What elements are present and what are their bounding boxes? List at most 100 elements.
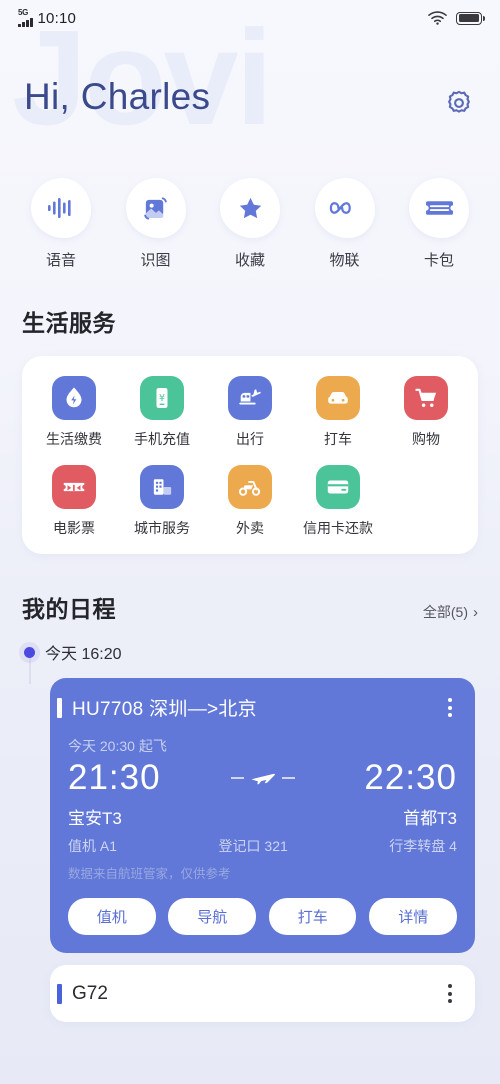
service-item-food-delivery[interactable]: 外卖 [206, 465, 294, 538]
flight-data-source-note: 数据来自航班管家，仅供参考 [68, 867, 231, 881]
shopping-cart-icon [404, 376, 448, 420]
service-label: 生活缴费 [46, 431, 102, 447]
flight-action-buttons: 值机 导航 打车 详情 [68, 898, 457, 935]
service-item-credit-card-repayment[interactable]: 信用卡还款 [294, 465, 382, 538]
service-item-utility-payment[interactable]: 生活缴费 [30, 376, 118, 449]
service-item-phone-recharge[interactable]: ¥ 手机充值 [118, 376, 206, 449]
timeline-entry: 今天 16:20 [24, 640, 500, 664]
city-building-icon [140, 465, 184, 509]
flight-details-row: 值机 A1 登记口 321 行李转盘 4 [68, 836, 457, 856]
service-item-movie-ticket[interactable]: 电影票 [30, 465, 118, 538]
service-label: 打车 [324, 431, 352, 447]
schedule-timeline: 今天 16:20 [0, 640, 500, 684]
quick-action-favorites[interactable]: 收藏 [215, 178, 285, 270]
flight-arrive-time: 22:30 [364, 758, 457, 797]
service-label: 外卖 [236, 520, 264, 536]
wifi-icon [428, 11, 447, 25]
status-bar-left: 5G 10:10 [18, 9, 76, 27]
gear-icon[interactable] [444, 88, 474, 118]
checkin-button[interactable]: 值机 [68, 898, 156, 935]
quick-action-label: 物联 [329, 252, 360, 269]
view-all-schedule-link[interactable]: 全部(5) › [423, 602, 478, 622]
flight-title: HU7708 深圳—>北京 [72, 699, 257, 720]
flight-title-group: HU7708 深圳—>北京 [57, 694, 257, 721]
train-accent-bar [57, 983, 62, 1004]
svg-text:¥: ¥ [159, 393, 165, 404]
flight-times-row: 21:30 22:30 [68, 758, 457, 798]
image-recognition-icon [125, 178, 186, 238]
service-item-shopping[interactable]: 购物 [382, 376, 470, 449]
signal-bars-icon [18, 18, 33, 27]
life-services-row-1: 生活缴费 ¥ 手机充值 出行 打车 购物 [30, 376, 470, 449]
quick-action-label: 识图 [140, 252, 171, 269]
quick-action-label: 收藏 [234, 252, 265, 269]
status-bar-clock: 10:10 [37, 10, 77, 27]
credit-card-icon [316, 465, 360, 509]
flight-accent-bar [57, 697, 62, 718]
quick-action-image-recognition[interactable]: 识图 [121, 178, 191, 270]
water-drop-bolt-icon [52, 376, 96, 420]
flight-baggage-carousel: 行李转盘 4 [389, 838, 457, 854]
battery-full-icon [456, 11, 486, 25]
signal-indicator: 5G [18, 9, 33, 27]
quick-action-iot[interactable]: 物联 [310, 178, 380, 270]
page-header: Jovi Hi, Charles [0, 10, 500, 156]
quick-actions-row: 语音 识图 收藏 物联 卡包 [0, 156, 500, 270]
quick-action-label: 语音 [45, 252, 76, 269]
network-type-label: 5G [18, 8, 29, 17]
service-label: 电影票 [53, 520, 95, 536]
life-services-card: 生活缴费 ¥ 手机充值 出行 打车 购物 电影票 城市服务 外卖 信用卡还款 [22, 356, 478, 554]
service-label: 购物 [412, 431, 440, 447]
train-plane-icon [228, 376, 272, 420]
flight-depart-terminal: 宝安T3 [68, 809, 122, 828]
schedule-header: 我的日程 全部(5) › [0, 554, 500, 624]
scooter-delivery-icon [228, 465, 272, 509]
service-item-empty-slot [382, 465, 470, 538]
life-services-section: 生活服务 生活缴费 ¥ 手机充值 出行 打车 购物 电影票 城市服务 外卖 信用… [0, 270, 500, 554]
life-services-title: 生活服务 [22, 310, 116, 336]
movie-ticket-icon [52, 465, 96, 509]
view-all-label: 全部(5) [422, 604, 468, 620]
kebab-menu-icon[interactable] [443, 981, 457, 1006]
quick-action-voice[interactable]: 语音 [26, 178, 96, 270]
voice-waveform-icon [31, 178, 91, 238]
quick-action-label: 卡包 [423, 252, 454, 269]
life-services-row-2: 电影票 城市服务 外卖 信用卡还款 [30, 465, 470, 538]
chevron-right-icon: › [473, 603, 478, 621]
service-label: 出行 [236, 431, 264, 447]
flight-checkin-counter: 值机 A1 [68, 838, 118, 854]
flight-terminals-row: 宝安T3 首都T3 [68, 804, 457, 829]
train-card[interactable]: G72 [50, 965, 475, 1022]
timeline-time-label: 今天 16:20 [45, 646, 122, 663]
flight-departure-notice: 今天 20:30 起飞 [68, 738, 167, 754]
service-label: 城市服务 [134, 520, 190, 536]
flight-arrive-terminal: 首都T3 [403, 809, 457, 828]
quick-action-card-wallet[interactable]: 卡包 [404, 178, 474, 270]
page-title: Hi, Charles [24, 76, 211, 117]
details-button[interactable]: 详情 [369, 898, 457, 935]
flight-card-header: HU7708 深圳—>北京 [57, 694, 457, 721]
flight-depart-time: 21:30 [68, 758, 161, 797]
schedule-cards: HU7708 深圳—>北京 今天 20:30 起飞 21:30 22:30 宝安… [0, 664, 500, 1022]
infinity-iot-icon [314, 178, 375, 238]
flight-card[interactable]: HU7708 深圳—>北京 今天 20:30 起飞 21:30 22:30 宝安… [50, 678, 475, 953]
service-label: 手机充值 [134, 431, 190, 447]
service-label: 信用卡还款 [303, 520, 373, 536]
car-icon [316, 376, 360, 420]
taxi-button[interactable]: 打车 [268, 898, 357, 935]
train-title-group: G72 [57, 982, 108, 1005]
kebab-menu-icon[interactable] [443, 695, 457, 720]
status-bar-right [428, 11, 486, 25]
flight-gate: 登记口 321 [218, 838, 288, 854]
service-item-city-services[interactable]: 城市服务 [118, 465, 206, 538]
timeline-dot [24, 646, 35, 658]
train-title: G72 [72, 982, 108, 1004]
phone-yuan-icon: ¥ [140, 376, 184, 420]
airplane-icon [230, 770, 295, 786]
service-item-travel[interactable]: 出行 [206, 376, 294, 449]
status-bar: 5G 10:10 [0, 0, 500, 36]
card-wallet-icon [409, 178, 469, 238]
navigation-button[interactable]: 导航 [168, 898, 256, 935]
service-item-taxi[interactable]: 打车 [294, 376, 382, 449]
schedule-title: 我的日程 [22, 596, 116, 622]
